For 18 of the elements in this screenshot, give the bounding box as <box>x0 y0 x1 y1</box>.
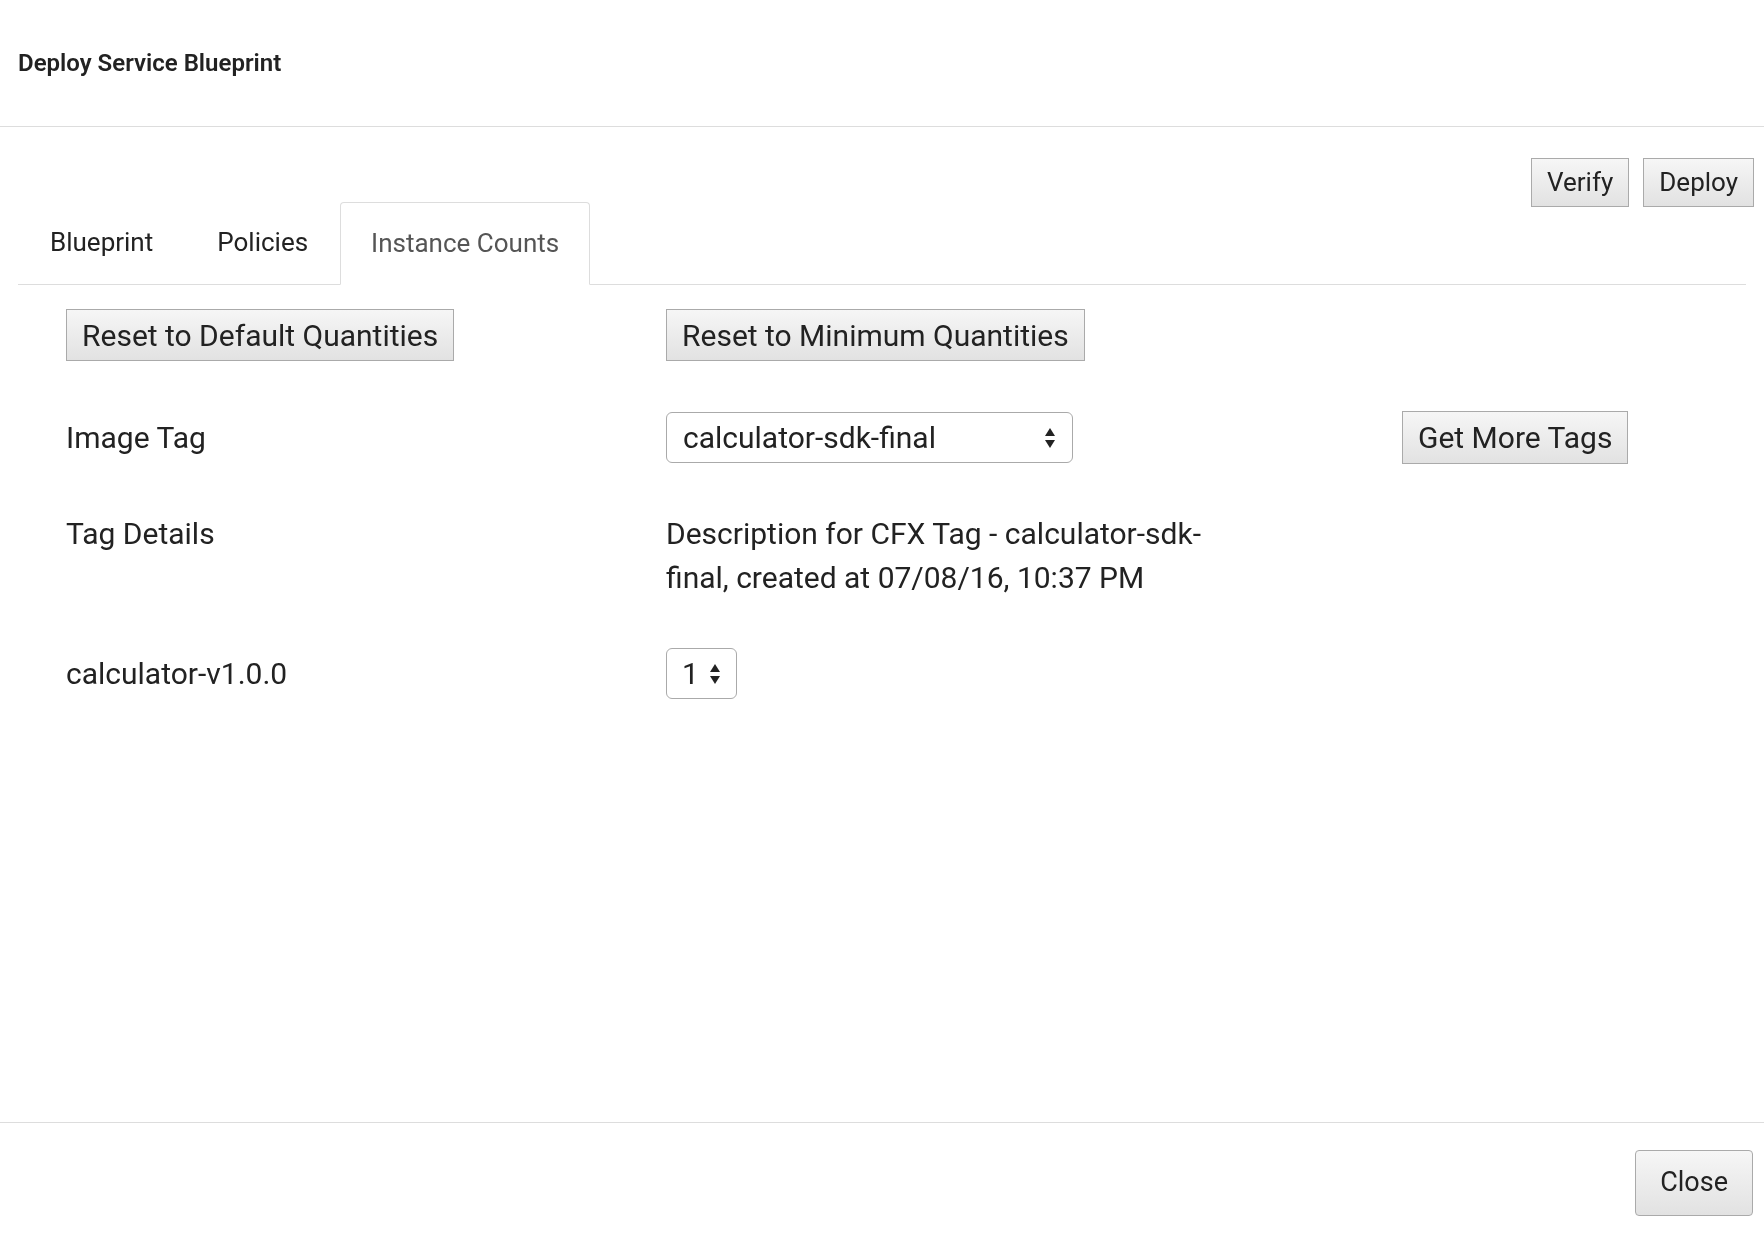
tab[interactable]: Policies <box>185 201 341 284</box>
reset-button[interactable]: Reset to Default Quantities <box>66 309 455 361</box>
action-button[interactable]: Verify <box>1531 158 1630 207</box>
field-label: Tag Details <box>66 515 216 553</box>
count-select[interactable]: 1 <box>666 648 737 699</box>
reset-button[interactable]: Reset to Minimum Quantities <box>666 309 1085 361</box>
tab[interactable]: Instance Counts <box>340 202 591 285</box>
close-button[interactable]: Close <box>1635 1149 1753 1216</box>
action-button[interactable]: Deploy <box>1643 158 1754 207</box>
field-label: calculator-v1.0.0 <box>66 655 289 693</box>
tag-details-text: Description for CFX Tag - calculator-sdk-final, created at 07/08/16, 10:37 PM <box>666 515 1202 597</box>
up-down-arrows-icon <box>709 662 721 685</box>
image-tag-select[interactable]: calculator-sdk-final <box>666 412 1073 463</box>
field-label: Image Tag <box>66 419 207 457</box>
tab[interactable]: Blueprint <box>18 201 186 284</box>
up-down-arrows-icon <box>1044 426 1056 449</box>
get-more-tags-button[interactable]: Get More Tags <box>1402 411 1629 464</box>
dialog-title: Deploy Service Blueprint <box>18 48 282 79</box>
